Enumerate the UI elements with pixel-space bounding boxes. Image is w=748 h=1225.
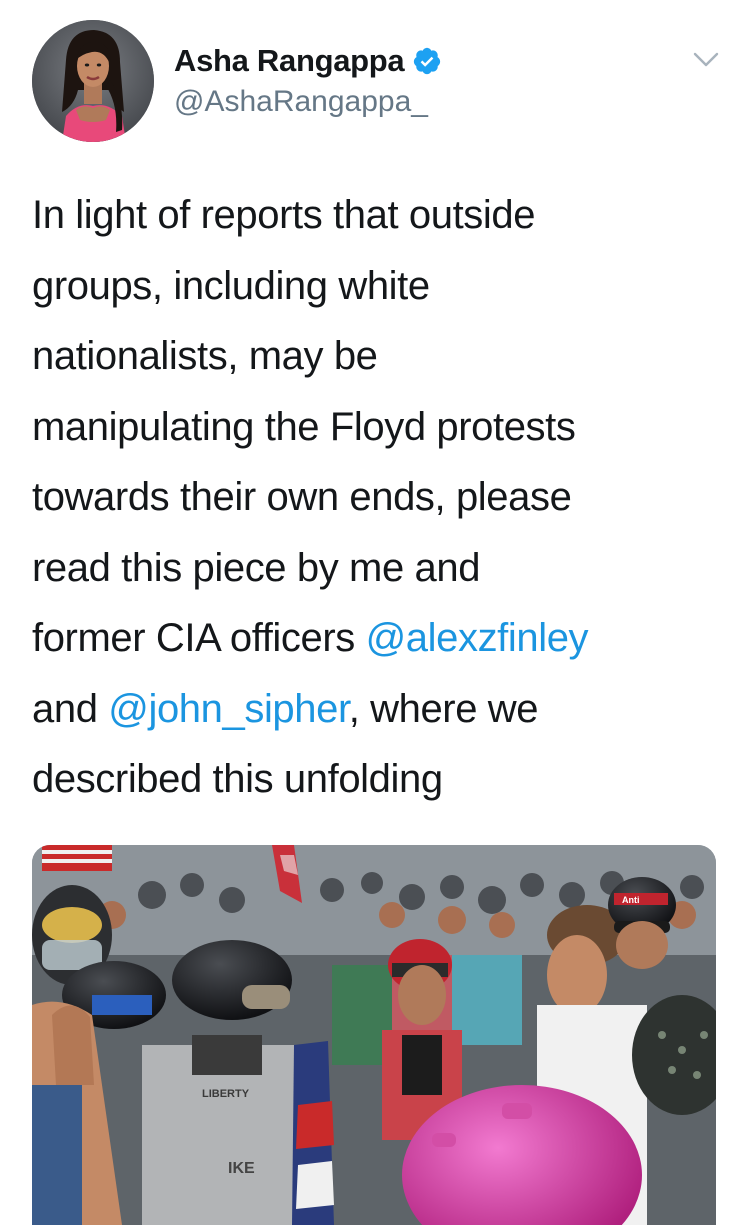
- tweet-text-segment: In light of reports that outside groups,…: [32, 193, 576, 660]
- author-display-name[interactable]: Asha Rangappa: [174, 43, 405, 79]
- american-flag: [42, 845, 112, 871]
- helmet-sticker-text: Anti: [622, 895, 640, 905]
- mention-link-john-sipher[interactable]: @john_sipher: [108, 687, 349, 731]
- tweet-media-photo[interactable]: Anti LIBERTY IKE: [32, 845, 716, 1225]
- author-avatar[interactable]: [32, 20, 154, 142]
- author-handle[interactable]: @AshaRangappa_: [174, 85, 428, 119]
- verified-badge-icon: [414, 47, 441, 75]
- shirt-text-liberty: LIBERTY: [202, 1088, 250, 1100]
- author-name-row: Asha Rangappa: [174, 42, 442, 80]
- mention-link-alexzfinley[interactable]: @alexzfinley: [366, 616, 589, 660]
- tweet-text-segment: and: [32, 686, 98, 731]
- tweet-text: In light of reports that outside groups,…: [32, 180, 722, 815]
- chevron-down-icon[interactable]: [690, 48, 722, 72]
- protest-crowd-photo: Anti LIBERTY IKE: [32, 845, 716, 1225]
- tweet-card: Asha Rangappa @AshaRangappa_ In light of…: [0, 0, 748, 1225]
- person-avatar-icon: [32, 20, 154, 142]
- shirt-text-ike: IKE: [228, 1160, 255, 1177]
